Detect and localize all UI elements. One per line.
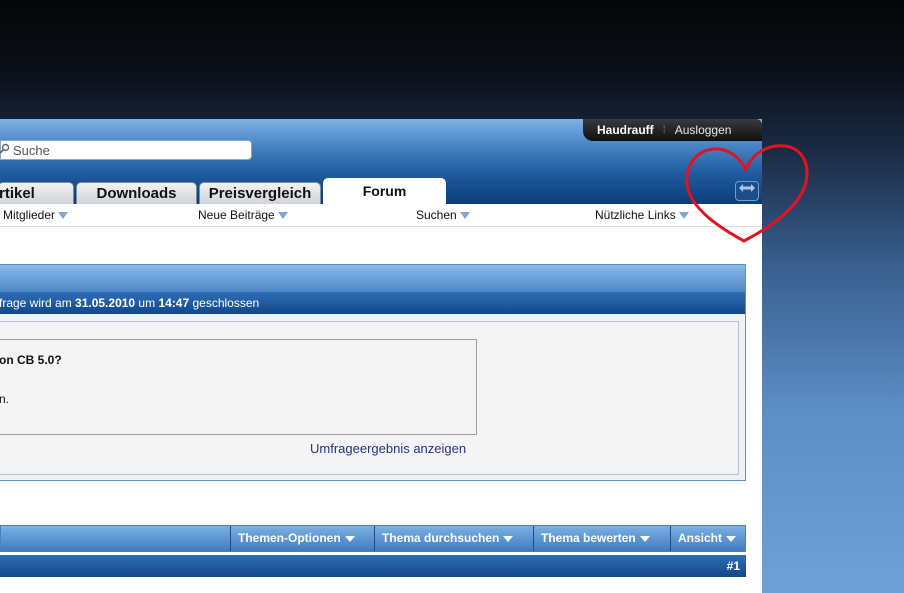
thread-search-button[interactable]: Thema durchsuchen [374,526,533,551]
tab-downloads[interactable]: Downloads [76,182,197,204]
tab-preisvergleich[interactable]: Preisvergleich [199,182,321,204]
magnifier-icon [0,143,11,157]
closing-time: 14:47 [158,296,190,310]
tab-forum[interactable]: Forum [323,178,446,204]
poll-box: frage wird am 31.05.2010 um 14:47 geschl… [0,264,746,481]
post-number-link[interactable]: #1 [727,559,740,573]
subnav-mitglieder[interactable]: Mitglieder [3,208,69,222]
search-placeholder: Suche [13,142,50,158]
triangle-down-icon [459,212,470,220]
subnav-neue-beitraege[interactable]: Neue Beiträge [198,208,288,222]
poll-closing-info: frage wird am 31.05.2010 um 14:47 geschl… [0,292,745,314]
triangle-down-icon [639,535,650,542]
triangle-down-icon [277,212,288,220]
subnav-suchen[interactable]: Suchen [416,208,470,222]
poll-question-box: on CB 5.0? n. [0,339,477,435]
search-input[interactable]: Suche [0,140,252,160]
thread-rate-button[interactable]: Thema bewerten [533,526,670,551]
sub-navigation: Mitglieder Neue Beiträge Suchen Nützlich… [0,204,762,227]
poll-note: n. [0,392,10,406]
poll-question: on CB 5.0? [0,353,62,367]
triangle-down-icon [58,212,69,220]
poll-content: on CB 5.0? n. Umfrageergebnis anzeigen [0,321,739,475]
tab-artikel[interactable]: rtikel [0,182,74,204]
thread-options-button[interactable]: Themen-Optionen [230,526,374,551]
triangle-down-icon [726,535,737,542]
poll-results-link[interactable]: Umfrageergebnis anzeigen [310,441,466,456]
username-link[interactable]: Haudrauff [597,123,654,137]
triangle-down-icon [344,535,355,542]
closing-date: 31.05.2010 [75,296,136,310]
logout-link[interactable]: Ausloggen [675,123,732,137]
post-header: #1 [0,555,746,577]
triangle-down-icon [503,535,514,542]
subnav-nuetzliche-links[interactable]: Nützliche Links [595,208,689,222]
heart-annotation [685,144,809,243]
thread-view-button[interactable]: Ansicht [670,526,746,551]
poll-header [0,265,745,292]
user-bar: Haudrauff ⁞ Ausloggen [583,119,762,141]
separator: ⁞ [662,124,666,136]
thread-toolbar: Themen-Optionen Thema durchsuchen Thema … [0,525,746,552]
